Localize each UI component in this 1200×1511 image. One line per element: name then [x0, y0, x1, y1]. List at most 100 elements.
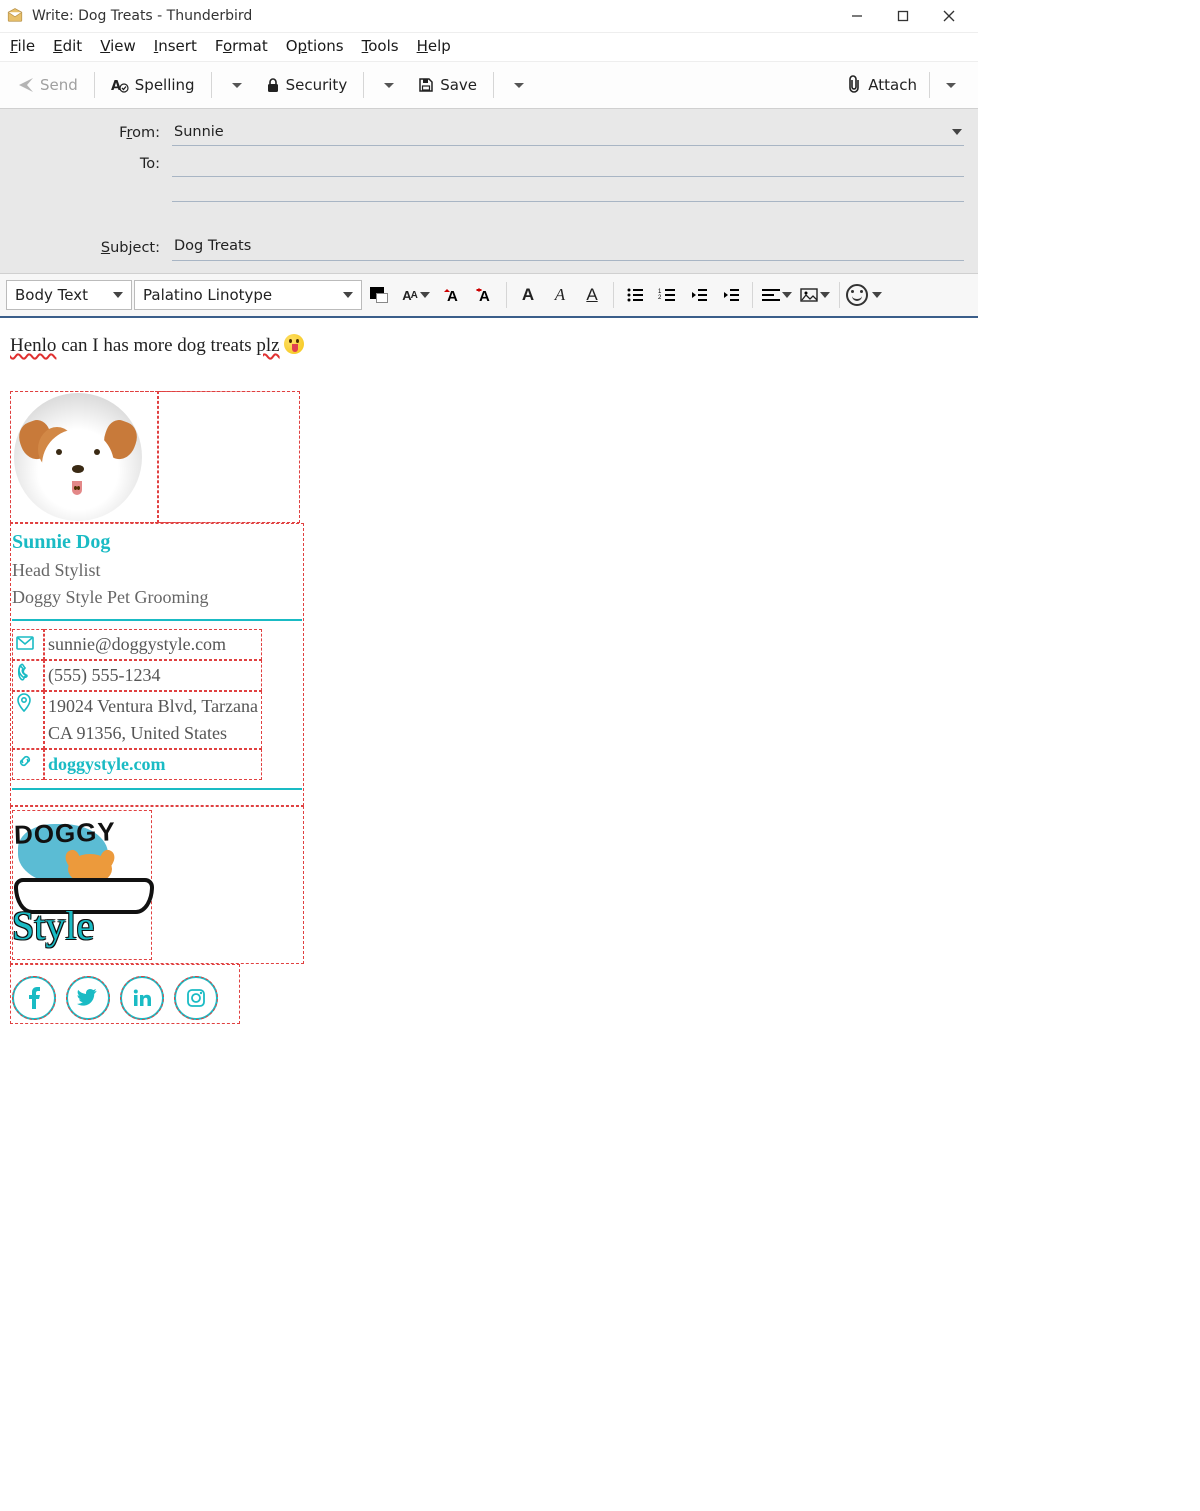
chevron-down-icon: [113, 292, 123, 298]
menu-view[interactable]: View: [100, 37, 136, 55]
spelling-dropdown[interactable]: [220, 79, 254, 92]
separator: [929, 72, 930, 98]
menu-format[interactable]: Format: [215, 37, 268, 55]
menu-edit[interactable]: Edit: [53, 37, 82, 55]
signature-divider: [12, 788, 302, 790]
menu-tools[interactable]: Tools: [362, 37, 399, 55]
signature-company: Doggy Style Pet Grooming: [12, 584, 302, 611]
menu-bar: File Edit View Insert Format Options Too…: [0, 33, 978, 61]
attach-dropdown[interactable]: [934, 79, 968, 92]
save-button[interactable]: Save: [410, 72, 485, 98]
minimize-button[interactable]: [834, 0, 880, 32]
outdent-button[interactable]: [684, 281, 714, 309]
italic-button[interactable]: A: [545, 281, 575, 309]
separator: [211, 72, 212, 98]
font-size-select[interactable]: AA: [396, 281, 436, 309]
subject-label: Subject:: [14, 240, 172, 256]
chevron-down-icon: [946, 83, 956, 88]
app-icon: [6, 7, 24, 25]
decrease-font-button[interactable]: A: [438, 281, 468, 309]
phone-icon: [12, 660, 44, 691]
signature-divider: [12, 619, 302, 621]
from-select[interactable]: Sunnie: [172, 119, 964, 146]
window-title: Write: Dog Treats - Thunderbird: [32, 8, 252, 24]
align-button[interactable]: [759, 281, 795, 309]
signature-name: Sunnie Dog: [12, 527, 302, 557]
body-word-henlo: Henlo: [10, 335, 56, 356]
numbered-list-button[interactable]: 12: [652, 281, 682, 309]
signature-logo: DOGGY Style: [12, 810, 152, 960]
message-body[interactable]: Henlo can I has more dog treats plz Sunn…: [0, 318, 978, 1038]
from-label: From:: [14, 125, 172, 141]
to-row: To:: [14, 150, 964, 177]
security-dropdown[interactable]: [372, 79, 406, 92]
twitter-icon: [77, 989, 99, 1007]
extra-recipient-line[interactable]: [172, 183, 964, 202]
color-swatch-icon: [370, 287, 388, 303]
svg-text:2: 2: [658, 295, 662, 301]
indent-button[interactable]: [716, 281, 746, 309]
chevron-down-icon: [820, 292, 830, 298]
menu-file[interactable]: File: [10, 37, 35, 55]
instagram-icon: [186, 988, 206, 1008]
chevron-down-icon: [420, 292, 430, 298]
subject-input[interactable]: Dog Treats: [172, 234, 964, 261]
attach-button[interactable]: Attach: [838, 71, 925, 99]
signature-avatar: [14, 393, 142, 521]
security-button[interactable]: Security: [258, 72, 356, 98]
window-controls: [834, 0, 972, 32]
menu-help[interactable]: Help: [417, 37, 451, 55]
compose-window: Write: Dog Treats - Thunderbird File Edi…: [0, 0, 978, 1038]
email-icon: [12, 629, 44, 660]
insert-image-button[interactable]: [797, 281, 833, 309]
facebook-icon: [27, 987, 41, 1009]
to-input[interactable]: [172, 150, 964, 177]
menu-insert[interactable]: Insert: [154, 37, 197, 55]
save-dropdown[interactable]: [502, 79, 536, 92]
paragraph-style-select[interactable]: Body Text: [6, 280, 132, 310]
to-label: To:: [14, 156, 172, 172]
signature-role: Head Stylist: [12, 557, 302, 584]
facebook-link[interactable]: [12, 976, 56, 1020]
twitter-link[interactable]: [66, 976, 110, 1020]
menu-options[interactable]: Options: [286, 37, 344, 55]
chevron-down-icon: [872, 292, 882, 298]
linkedin-link[interactable]: [120, 976, 164, 1020]
text-color-button[interactable]: [364, 281, 394, 309]
separator: [493, 72, 494, 98]
signature-website[interactable]: doggystyle.com: [48, 754, 165, 774]
instagram-link[interactable]: [174, 976, 218, 1020]
bullet-list-button[interactable]: [620, 281, 650, 309]
subject-row: Subject: Dog Treats: [14, 234, 964, 261]
bold-button[interactable]: A: [513, 281, 543, 309]
from-row: From: Sunnie: [14, 119, 964, 146]
location-icon: [12, 691, 44, 749]
svg-text:A: A: [447, 288, 458, 303]
spellcheck-icon: A: [111, 77, 129, 93]
signature-phone: (555) 555-1234: [44, 660, 262, 691]
separator: [613, 282, 614, 308]
close-button[interactable]: [926, 0, 972, 32]
emoji-button[interactable]: [846, 281, 882, 309]
spelling-button[interactable]: A Spelling: [103, 72, 203, 98]
chevron-down-icon: [514, 83, 524, 88]
link-icon: [12, 749, 44, 780]
emoji-tongue: [284, 334, 304, 354]
increase-font-button[interactable]: A: [470, 281, 500, 309]
separator: [94, 72, 95, 98]
body-word-plz: plz: [256, 335, 279, 356]
attach-group: Attach: [838, 71, 968, 99]
maximize-button[interactable]: [880, 0, 926, 32]
separator: [363, 72, 364, 98]
chevron-down-icon: [232, 83, 242, 88]
chevron-down-icon: [782, 292, 792, 298]
separator: [839, 282, 840, 308]
underline-button[interactable]: A: [577, 281, 607, 309]
email-signature: Sunnie Dog Head Stylist Doggy Style Pet …: [10, 391, 968, 1024]
chevron-down-icon: [952, 129, 962, 135]
main-toolbar: Send A Spelling Security Save Attach: [0, 61, 978, 109]
chevron-down-icon: [384, 83, 394, 88]
send-button[interactable]: Send: [10, 72, 86, 98]
font-family-select[interactable]: Palatino Linotype: [134, 280, 362, 310]
svg-text:A: A: [111, 79, 121, 93]
